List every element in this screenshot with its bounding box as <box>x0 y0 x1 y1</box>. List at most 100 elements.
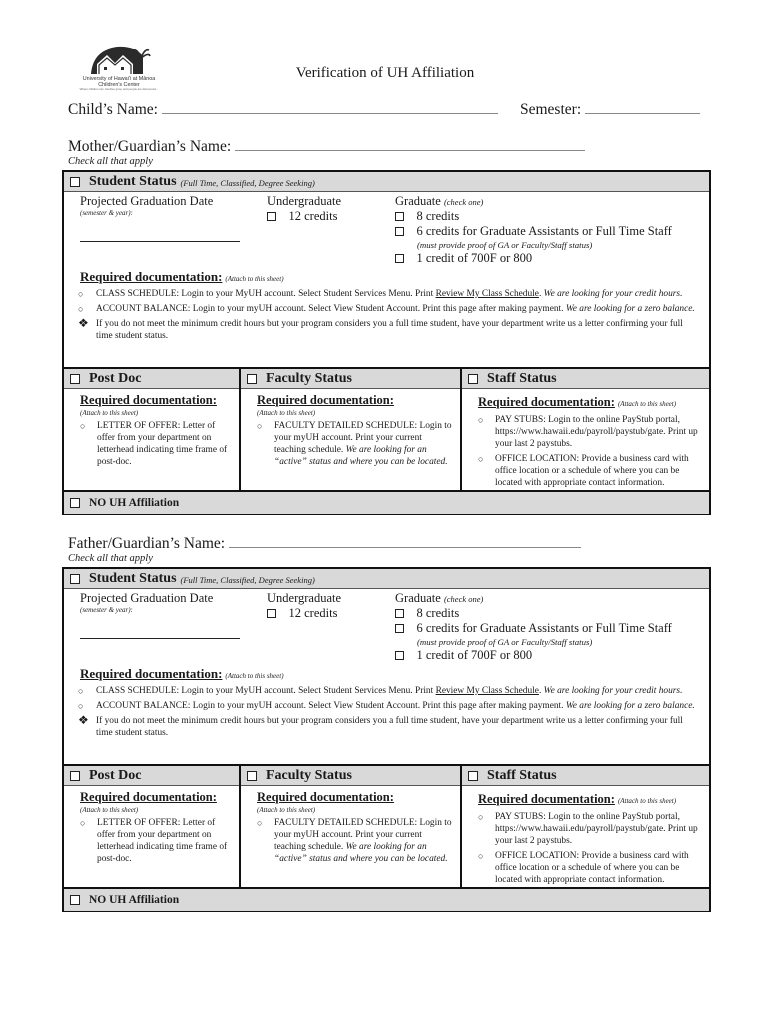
grad-proof-note: (must provide proof of GA or Faculty/Sta… <box>417 637 593 647</box>
grad-1-credit-label: 1 credit of 700F or 800 <box>416 648 533 662</box>
circle-bullet-icon: ○ <box>78 686 84 696</box>
staff-status-checkbox[interactable] <box>468 373 478 384</box>
grad-6-credits-checkbox[interactable] <box>395 227 404 236</box>
projected-graduation-input[interactable] <box>80 638 240 639</box>
no-affiliation-checkbox[interactable] <box>70 895 80 905</box>
grad-8-credits-option[interactable]: 8 credits <box>395 209 672 224</box>
undergraduate-label: Undergraduate <box>267 194 342 208</box>
faculty-attach-note: (Attach to this sheet) <box>257 806 316 814</box>
grad-8-credits-label: 8 credits <box>416 209 460 223</box>
grad-1-credit-option[interactable]: 1 credit of 700F or 800 <box>395 251 672 266</box>
undergrad-12-credits-checkbox[interactable] <box>267 212 276 221</box>
other-status-row: Post Doc Required documentation: (Attach… <box>64 367 709 490</box>
staff-status-cell: Staff Status Required documentation: (Att… <box>460 369 709 490</box>
grad-1-credit-checkbox[interactable] <box>395 254 404 263</box>
page-title: Verification of UH Affiliation <box>295 65 475 81</box>
staff-attach-note: (Attach to this sheet) <box>617 797 677 805</box>
faculty-required-docs: Required documentation: <box>257 790 394 804</box>
undergrad-12-credits-option[interactable]: 12 credits <box>267 209 341 224</box>
projected-graduation-hint: (semester & year): <box>80 606 133 614</box>
grad-1-credit-checkbox[interactable] <box>395 651 404 660</box>
grad-8-credits-option[interactable]: 8 credits <box>395 606 672 621</box>
class-schedule-note: We are looking for your credit hours. <box>543 686 683 696</box>
child-name-label: Child’s Name: <box>68 101 158 118</box>
semester-input[interactable] <box>585 101 700 114</box>
student-status-checkbox[interactable] <box>70 573 80 584</box>
mother-name-label: Mother/Guardian’s Name: <box>68 138 232 155</box>
undergraduate-column: Undergraduate 12 credits <box>267 591 341 621</box>
faculty-status-checkbox[interactable] <box>247 373 257 384</box>
graduate-hint: (check one) <box>443 197 484 207</box>
grad-1-credit-option[interactable]: 1 credit of 700F or 800 <box>395 648 672 663</box>
review-class-schedule-link: Review My Class Schedule <box>435 289 539 299</box>
account-balance-text: ACCOUNT BALANCE: Login to your myUH acco… <box>96 304 566 314</box>
post-doc-required-docs: Required documentation: <box>80 790 217 804</box>
post-doc-checkbox[interactable] <box>70 770 80 781</box>
grad-6-credits-checkbox[interactable] <box>395 624 404 633</box>
logo-tagline: Where children can, families grow, and p… <box>79 87 159 91</box>
projected-graduation-column: Projected Graduation Date (semester & ye… <box>80 194 213 217</box>
grad-6-credits-option[interactable]: 6 credits for Graduate Assistants or Ful… <box>395 224 672 239</box>
circle-bullet-icon: ○ <box>78 701 84 711</box>
account-balance-note: We are looking for a zero balance. <box>565 701 695 711</box>
attach-note: (Attach to this sheet) <box>225 275 284 283</box>
staff-status-cell: Staff Status Required documentation: (Att… <box>460 766 709 887</box>
staff-status-checkbox[interactable] <box>468 770 478 781</box>
pay-stubs-text: PAY STUBS: Login to the online PayStub p… <box>495 415 698 449</box>
undergrad-12-credits-option[interactable]: 12 credits <box>267 606 341 621</box>
grad-8-credits-label: 8 credits <box>416 606 460 620</box>
student-status-subtitle: (Full Time, Classified, Degree Seeking) <box>180 574 315 585</box>
graduate-label: Graduate <box>395 194 441 208</box>
student-required-docs-heading: Required documentation: (Attach to this s… <box>80 665 284 683</box>
circle-bullet-icon: ○ <box>478 415 484 425</box>
required-docs-title: Required documentation: <box>80 269 223 284</box>
child-name-field: Child’s Name: <box>68 101 498 119</box>
class-schedule-text: CLASS SCHEDULE: Login to your MyUH accou… <box>96 686 436 696</box>
undergrad-12-credits-checkbox[interactable] <box>267 609 276 618</box>
class-schedule-note: We are looking for your credit hours. <box>543 289 683 299</box>
grad-6-credits-label: 6 credits for Graduate Assistants or Ful… <box>416 224 672 238</box>
faculty-status-title: Faculty Status <box>266 370 352 386</box>
class-schedule-item: ○ CLASS SCHEDULE: Login to your MyUH acc… <box>78 288 699 300</box>
student-status-checkbox[interactable] <box>70 176 80 187</box>
diamond-bullet-icon: ❖ <box>78 316 89 330</box>
undergraduate-column: Undergraduate 12 credits <box>267 194 341 224</box>
faculty-status-cell: Faculty Status Required documentation: (… <box>239 369 460 490</box>
faculty-status-checkbox[interactable] <box>247 770 257 781</box>
faculty-required-docs: Required documentation: <box>257 393 394 407</box>
circle-bullet-icon: ○ <box>78 304 84 314</box>
student-required-docs-list: ○ CLASS SCHEDULE: Login to your MyUH acc… <box>78 685 699 742</box>
no-affiliation-label: NO UH Affiliation <box>89 894 180 906</box>
no-affiliation-label: NO UH Affiliation <box>89 497 180 509</box>
undergrad-12-credits-label: 12 credits <box>288 209 338 223</box>
father-name-field: Father/Guardian’s Name: <box>68 535 581 553</box>
post-doc-checkbox[interactable] <box>70 373 80 384</box>
father-name-input[interactable] <box>228 535 581 548</box>
post-doc-required-docs: Required documentation: <box>80 393 217 407</box>
semester-label: Semester: <box>520 101 582 118</box>
grad-6-credits-option[interactable]: 6 credits for Graduate Assistants or Ful… <box>395 621 672 636</box>
circle-bullet-icon: ○ <box>478 851 484 861</box>
no-affiliation-row: NO UH Affiliation <box>64 887 709 911</box>
projected-graduation-label: Projected Graduation Date <box>80 591 214 605</box>
verification-form-page: University of Hawaiʻi at Mānoa Children'… <box>0 0 770 1024</box>
office-location-text: OFFICE LOCATION: Provide a business card… <box>495 851 689 885</box>
faculty-attach-note: (Attach to this sheet) <box>257 409 316 417</box>
staff-attach-note: (Attach to this sheet) <box>617 400 677 408</box>
office-location-text: OFFICE LOCATION: Provide a business card… <box>495 454 689 488</box>
grad-8-credits-checkbox[interactable] <box>395 609 404 618</box>
graduate-column: Graduate (check one) 8 credits 6 credits… <box>395 194 672 266</box>
student-status-header: Student Status (Full Time, Classified, D… <box>64 172 709 192</box>
no-affiliation-row: NO UH Affiliation <box>64 490 709 514</box>
post-doc-attach-note: (Attach to this sheet) <box>80 806 139 814</box>
class-schedule-text: CLASS SCHEDULE: Login to your MyUH accou… <box>96 289 436 299</box>
projected-graduation-input[interactable] <box>80 241 240 242</box>
no-affiliation-checkbox[interactable] <box>70 498 80 508</box>
class-schedule-item: ○ CLASS SCHEDULE: Login to your MyUH acc… <box>78 685 699 697</box>
grad-8-credits-checkbox[interactable] <box>395 212 404 221</box>
child-name-input[interactable] <box>161 101 498 114</box>
mother-name-input[interactable] <box>235 138 586 151</box>
post-doc-cell: Post Doc Required documentation: (Attach… <box>64 766 239 887</box>
pay-stubs-text: PAY STUBS: Login to the online PayStub p… <box>495 812 698 846</box>
circle-bullet-icon: ○ <box>78 289 84 299</box>
